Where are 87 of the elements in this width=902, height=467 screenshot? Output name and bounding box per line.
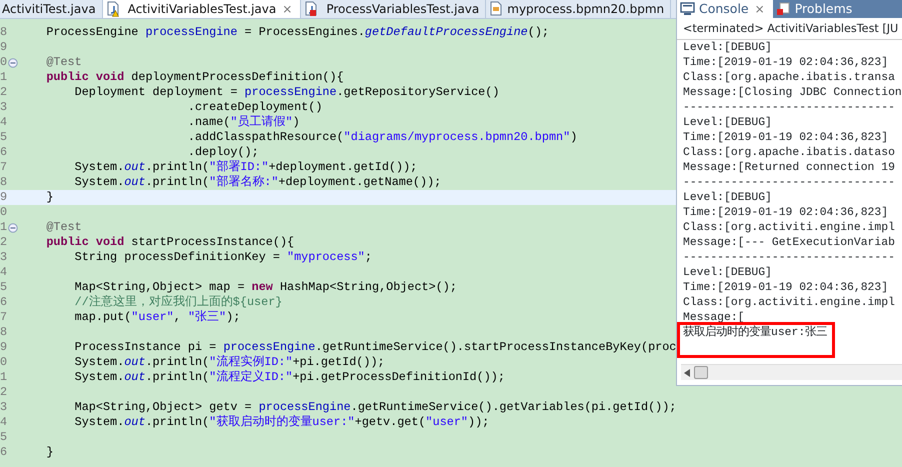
line-number: 1 — [0, 370, 8, 385]
code-line: ProcessEngine processEngine = ProcessEngines.getDefaultProcessEngine(); — [45, 25, 549, 40]
code-line: Map<String,Object> getv = processEngine.getRuntimeService().getVariables(pi.getId()); — [74, 400, 676, 415]
code-line: } — [45, 190, 54, 205]
line-number: 6 — [0, 295, 8, 310]
editor-tab[interactable]: ProcessVariablesTest.java — [301, 0, 486, 18]
line-number: 4 — [0, 265, 8, 280]
console-line: Class:[org.activiti.engine.impl — [683, 297, 895, 309]
console-line: Class:[org.apache.ibatis.dataso — [683, 147, 895, 159]
collapse-icon[interactable] — [8, 222, 18, 232]
line-number: 3 — [0, 100, 8, 115]
code-line: Map<String,Object> map = new HashMap<String,Object>(); — [74, 280, 457, 295]
console-line: ------------------------------- — [683, 252, 895, 264]
console-line: Time:[2019-01-19 02:04:36,823] — [683, 132, 888, 144]
problems-icon — [776, 2, 791, 16]
console-line: Time:[2019-01-19 02:04:36,823] — [683, 207, 888, 219]
line-number: 9 — [0, 340, 8, 355]
line-number: 3 — [0, 250, 8, 265]
line-number: 9 — [0, 190, 8, 205]
line-number: 0 — [0, 205, 8, 220]
code-line: System.out.println("流程实例ID:"+pi.getId()); — [74, 355, 385, 370]
code-line: .addClasspathResource("diagrams/myprocess.bpmn20.bpmn") — [186, 130, 578, 145]
line-number: 5 — [0, 280, 8, 295]
editor-tab[interactable]: ActivitiVariablesTest.java × — [102, 0, 302, 18]
line-number: 1 — [0, 220, 8, 235]
console-tab[interactable]: Console × — [677, 0, 773, 18]
code-line: map.put("user", "张三"); — [74, 310, 240, 325]
monitor-icon — [680, 2, 695, 16]
collapse-icon[interactable] — [8, 58, 18, 68]
code-line: .createDeployment() — [186, 100, 322, 115]
code-line: .name("员工请假") — [186, 115, 300, 130]
code-line: @Test — [45, 220, 82, 235]
console-line: Message:[Closing JDBC Connection — [683, 87, 902, 99]
code-line: .deploy(); — [186, 145, 259, 160]
line-number: 9 — [0, 40, 8, 55]
code-line: } — [45, 445, 54, 460]
line-number: 3 — [0, 400, 8, 415]
line-number: 2 — [0, 385, 8, 400]
scroll-thumb[interactable] — [694, 366, 708, 379]
line-number: 7 — [0, 160, 8, 175]
line-number: 4 — [0, 415, 8, 430]
scroll-left-icon[interactable] — [684, 368, 690, 376]
code-line: ProcessInstance pi = processEngine.getRuntimeService().startProcessInstanceByKey(proc — [74, 340, 676, 355]
line-number: 4 — [0, 115, 8, 130]
close-icon[interactable]: × — [752, 0, 767, 18]
console-line: Message:[--- GetExecutionVariab — [683, 237, 895, 249]
console-line: Class:[org.activiti.engine.impl — [683, 222, 895, 234]
console-line: Class:[org.apache.ibatis.transa — [683, 72, 895, 84]
line-number: 0 — [0, 355, 8, 370]
console-line: ------------------------------- — [683, 102, 895, 114]
code-line: Deployment deployment = processEngine.getRepositoryService() — [74, 85, 500, 100]
code-line: String processDefinitionKey = "myprocess"; — [74, 250, 372, 265]
code-line: System.out.println("部署名称:"+deployment.getName()); — [74, 175, 442, 190]
horizontal-scrollbar[interactable] — [681, 364, 902, 380]
line-number: 7 — [0, 310, 8, 325]
line-number: 6 — [0, 445, 8, 460]
line-number: 8 — [0, 325, 8, 340]
console-line: 获取启动时的变量user:张三 — [683, 327, 828, 339]
line-number: 2 — [0, 85, 8, 100]
console-line: Level:[DEBUG] — [683, 267, 772, 279]
line-number: 8 — [0, 175, 8, 190]
console-line: ------------------------------- — [683, 177, 895, 189]
code-line: System.out.println("流程定义ID:"+pi.getProcessDefinitionId()); — [74, 370, 505, 385]
console-line: Message:[Returned connection 19 — [683, 162, 895, 174]
line-number: 8 — [0, 25, 8, 40]
line-number: 5 — [0, 430, 8, 445]
console-line: Time:[2019-01-19 02:04:36,823] — [683, 57, 888, 69]
code-line: //注意这里，对应我们上面的${user} — [74, 295, 282, 310]
console-line: Level:[DEBUG] — [683, 42, 772, 54]
console-line: Message:[ — [683, 312, 745, 324]
code-line: public void startProcessInstance(){ — [45, 235, 294, 250]
console-line: Time:[2019-01-19 02:04:36,823] — [683, 282, 888, 294]
code-line: public void deploymentProcessDefinition(){ — [45, 70, 344, 85]
line-number: 6 — [0, 145, 8, 160]
console-line: Level:[DEBUG] — [683, 192, 772, 204]
line-number: 2 — [0, 235, 8, 250]
line-number: 5 — [0, 130, 8, 145]
editor-tab[interactable]: myprocess.bpmn20.bpmn — [486, 0, 672, 18]
line-number: 0 — [0, 55, 8, 70]
console-tab[interactable]: Problems — [772, 0, 858, 18]
console-line: Level:[DEBUG] — [683, 117, 772, 129]
code-line: System.out.println("获取启动时的变量user:"+getv.get("user")); — [74, 415, 490, 430]
code-line: System.out.println("部署ID:"+deployment.getId()); — [74, 160, 418, 175]
code-line: @Test — [45, 55, 82, 70]
close-icon[interactable]: × — [280, 0, 294, 18]
line-number: 1 — [0, 70, 8, 85]
console-status: <terminated> ActivitiVariablesTest [JU — [677, 18, 902, 40]
